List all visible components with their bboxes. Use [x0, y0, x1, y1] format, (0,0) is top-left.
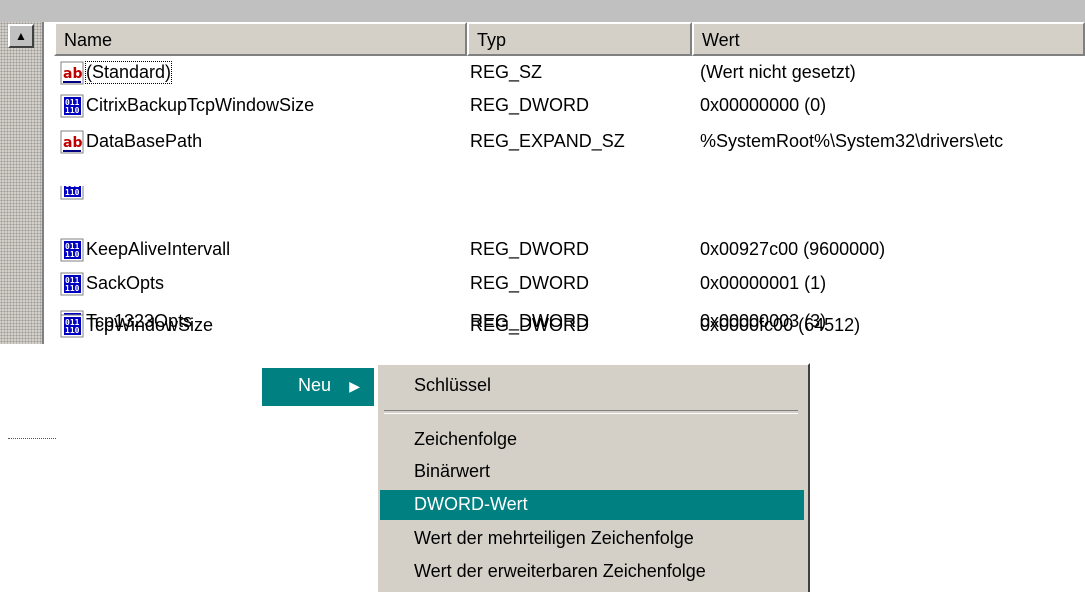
registry-value-row[interactable]: KeepAliveIntervall REG_DWORD 0x00927c00 … [54, 234, 1085, 267]
value-type: REG_DWORD [470, 273, 590, 293]
scroll-up-button[interactable]: ▲ [8, 24, 34, 48]
vertical-scrollbar[interactable] [0, 22, 42, 344]
value-data: 0x0000fc00 (64512) [700, 315, 861, 335]
value-name: KeepAliveIntervall [86, 239, 231, 259]
value-data: 0x00000000 (0) [700, 95, 827, 115]
menu-item-key[interactable]: Schlüssel [380, 371, 804, 401]
menu-item-binary-value[interactable]: Binärwert [380, 457, 804, 487]
string-value-icon [60, 61, 84, 85]
menu-item-new-label: Neu [298, 375, 332, 395]
value-type: REG_SZ [470, 62, 543, 82]
column-header-name[interactable]: Name [54, 22, 467, 56]
binary-value-icon [60, 238, 84, 262]
value-name: CitrixBackupTcpWindowSize [86, 95, 315, 115]
value-type: REG_DWORD [470, 315, 590, 335]
binary-value-icon [60, 186, 84, 200]
dotted-line-fragment [8, 438, 56, 439]
up-arrow-icon: ▲ [15, 29, 27, 43]
registry-value-row[interactable]: (Standard) REG_SZ (Wert nicht gesetzt) [54, 57, 1085, 90]
column-header-value[interactable]: Wert [692, 22, 1085, 56]
binary-value-icon [60, 94, 84, 118]
cropped-row-fragment [54, 186, 1085, 200]
value-name: DataBasePath [86, 131, 203, 151]
new-submenu: Schlüssel Zeichenfolge Binärwert DWORD-W… [376, 363, 810, 592]
value-data: 0x00000001 (1) [700, 273, 827, 293]
menu-item-string-value[interactable]: Zeichenfolge [380, 425, 804, 455]
binary-value-icon [60, 272, 84, 296]
column-header-type[interactable]: Typ [467, 22, 692, 56]
value-type: REG_DWORD [470, 239, 590, 259]
registry-value-row[interactable]: SackOpts REG_DWORD 0x00000001 (1) [54, 268, 1085, 301]
value-type: REG_DWORD [470, 95, 590, 115]
menu-item-new[interactable]: Neu ▶ [262, 368, 374, 406]
tree-pane-divider[interactable] [42, 22, 44, 344]
registry-value-row[interactable]: TcpWindowSize REG_DWORD 0x0000fc00 (6451… [54, 314, 1085, 347]
submenu-arrow-icon: ▶ [349, 378, 360, 394]
value-data: (Wert nicht gesetzt) [700, 62, 856, 82]
value-name: TcpWindowSize [86, 315, 214, 335]
menu-item-dword-value[interactable]: DWORD-Wert [380, 490, 804, 520]
registry-value-row[interactable]: DataBasePath REG_EXPAND_SZ %SystemRoot%\… [54, 126, 1085, 159]
value-data: 0x00927c00 (9600000) [700, 239, 886, 259]
string-value-icon [60, 130, 84, 154]
value-name: SackOpts [86, 273, 165, 293]
registry-value-row[interactable]: CitrixBackupTcpWindowSize REG_DWORD 0x00… [54, 90, 1085, 123]
menu-item-multi-string-value[interactable]: Wert der mehrteiligen Zeichenfolge [380, 524, 804, 554]
menu-item-expandable-string-value[interactable]: Wert der erweiterbaren Zeichenfolge [380, 557, 804, 587]
value-type: REG_EXPAND_SZ [470, 131, 625, 151]
value-name: (Standard) [84, 61, 173, 84]
menu-separator [384, 410, 798, 414]
value-data: %SystemRoot%\System32\drivers\etc [700, 131, 1004, 151]
binary-value-icon [60, 314, 84, 338]
window-top-strip [0, 0, 1085, 22]
